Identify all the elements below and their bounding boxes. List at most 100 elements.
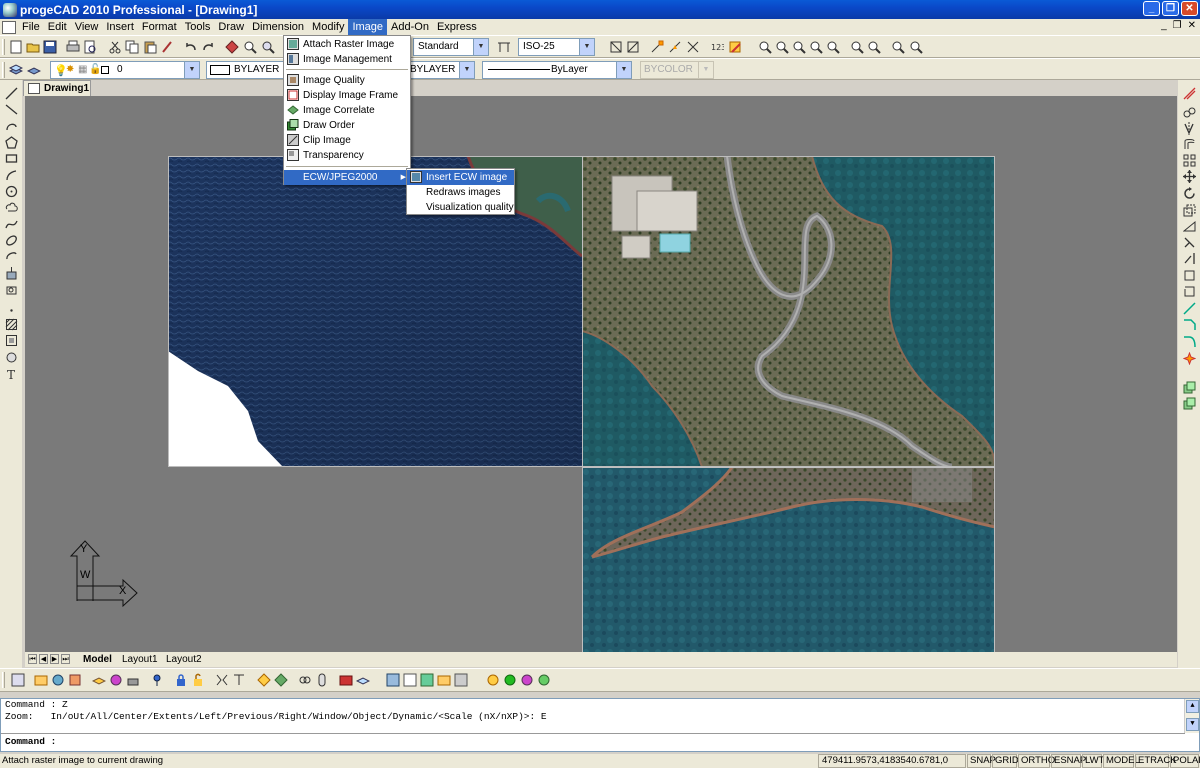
zoom-out-icon[interactable]: [775, 40, 789, 54]
mirror-icon[interactable]: [1183, 122, 1196, 135]
lock-layer-icon[interactable]: [174, 673, 188, 687]
scale-icon[interactable]: [1183, 204, 1196, 217]
dimension-style-icon[interactable]: [497, 40, 511, 54]
print-preview-icon[interactable]: [83, 40, 97, 54]
menu-item-redraws-images[interactable]: Redraws images: [407, 185, 514, 200]
menu-item-transparency[interactable]: Transparency: [284, 148, 410, 163]
chevron-down-icon[interactable]: ▼: [616, 62, 631, 78]
fillet-arc-icon[interactable]: [1183, 335, 1196, 348]
color-combo[interactable]: BYLAYER: [206, 61, 292, 79]
properties-toggle-icon[interactable]: [11, 673, 25, 687]
close-button[interactable]: ✕: [1181, 1, 1198, 16]
chevron-down-icon[interactable]: ▼: [459, 62, 474, 78]
text-icon[interactable]: T: [5, 368, 18, 381]
cut-icon[interactable]: [108, 40, 122, 54]
next-tab-icon[interactable]: ▶: [50, 654, 59, 664]
toolbar-grip[interactable]: [2, 672, 5, 688]
lights-icon[interactable]: [537, 673, 551, 687]
pan-icon[interactable]: [225, 40, 239, 54]
break-icon[interactable]: [1183, 269, 1196, 282]
edit-polyline-icon[interactable]: [1183, 381, 1196, 394]
redo-icon[interactable]: [201, 40, 215, 54]
spline-icon[interactable]: [5, 218, 18, 231]
zoom-extents-icon[interactable]: [792, 40, 806, 54]
drawing-canvas[interactable]: Y W X: [25, 96, 1177, 652]
sun-icon[interactable]: ✸: [66, 62, 74, 78]
zoom-previous-icon[interactable]: [809, 40, 823, 54]
raster-image-tile-bay[interactable]: [582, 467, 995, 652]
gradient-icon[interactable]: [5, 334, 18, 347]
rectangle-icon[interactable]: [5, 152, 18, 165]
snap-toggle[interactable]: SNAP: [967, 754, 996, 768]
menu-draw[interactable]: Draw: [214, 19, 248, 35]
hyperlink-icon[interactable]: [298, 673, 312, 687]
chevron-down-icon[interactable]: ▼: [184, 62, 199, 78]
make-block-icon[interactable]: [5, 283, 18, 296]
app-icon[interactable]: [3, 2, 17, 17]
osnap-settings-icon[interactable]: [609, 40, 623, 54]
etrack-toggle[interactable]: ETRACK: [1135, 754, 1177, 768]
break-at-point-icon[interactable]: [1183, 285, 1196, 298]
match-layer-icon[interactable]: [274, 673, 288, 687]
mdi-close-icon[interactable]: ✕: [1188, 20, 1196, 31]
lock-icon[interactable]: 🔓: [89, 62, 101, 78]
last-tab-icon[interactable]: ⏭: [61, 654, 70, 664]
array-icon[interactable]: [1183, 154, 1196, 167]
lineweight-combo[interactable]: ByLayer ▼: [482, 61, 632, 79]
scroll-down-icon[interactable]: ▼: [1186, 718, 1199, 731]
isolate-icon[interactable]: [257, 673, 271, 687]
explorer-icon[interactable]: [51, 673, 65, 687]
save-icon[interactable]: [43, 40, 57, 54]
text-style-combo[interactable]: Standard ▼: [413, 38, 489, 56]
paste-icon[interactable]: [143, 40, 157, 54]
render-icon[interactable]: [486, 673, 500, 687]
toolbar-grip[interactable]: [2, 39, 5, 55]
zoom-dynamic-icon[interactable]: [891, 40, 905, 54]
layer-manager-icon[interactable]: [9, 63, 23, 77]
zoom-scale-icon[interactable]: [850, 40, 864, 54]
color-wheel-icon[interactable]: [109, 673, 123, 687]
snap-endpoint-icon[interactable]: [650, 40, 664, 54]
menu-item-insert-ecw-image[interactable]: Insert ECW image: [407, 170, 514, 185]
point-icon[interactable]: [5, 304, 18, 317]
copy-object-icon[interactable]: [1183, 106, 1196, 119]
ray-icon[interactable]: [5, 103, 18, 116]
tab-layout2[interactable]: Layout2: [162, 653, 206, 666]
rebuild-icon[interactable]: [126, 673, 140, 687]
snap-midpoint-icon[interactable]: [668, 40, 682, 54]
zoom-all-icon[interactable]: [826, 40, 840, 54]
mouse-icon[interactable]: [315, 673, 329, 687]
document-tab[interactable]: Drawing1: [23, 80, 91, 96]
circle-icon[interactable]: [5, 185, 18, 198]
scroll-up-icon[interactable]: ▲: [1186, 700, 1199, 713]
layer-walk-icon[interactable]: [339, 673, 353, 687]
tool-palette-icon[interactable]: [68, 673, 82, 687]
offset-icon[interactable]: [1183, 138, 1196, 151]
esnap-toggle[interactable]: ESNAP: [1051, 754, 1086, 768]
print-icon[interactable]: [66, 40, 80, 54]
menu-item-image-correlate[interactable]: Image Correlate: [284, 103, 410, 118]
ellipse-icon[interactable]: [5, 234, 18, 247]
chamfer-icon[interactable]: [1183, 302, 1196, 315]
restore-button[interactable]: ❐: [1162, 1, 1179, 16]
menu-edit[interactable]: Edit: [44, 19, 71, 35]
cloud-icon[interactable]: [5, 201, 18, 214]
menu-file[interactable]: File: [18, 19, 44, 35]
ungroup-icon[interactable]: [232, 673, 246, 687]
shade-icon[interactable]: [503, 673, 517, 687]
menu-add-on[interactable]: Add-On: [387, 19, 433, 35]
group-icon[interactable]: [215, 673, 229, 687]
new-icon[interactable]: [9, 40, 23, 54]
first-tab-icon[interactable]: ⏮: [28, 654, 37, 664]
menu-insert[interactable]: Insert: [102, 19, 138, 35]
insert-field-icon[interactable]: [454, 673, 468, 687]
copy-icon[interactable]: [125, 40, 139, 54]
undo-icon[interactable]: [184, 40, 198, 54]
tab-layout1[interactable]: Layout1: [118, 653, 162, 666]
insert-block-icon[interactable]: [5, 267, 18, 280]
menu-item-clip-image[interactable]: Clip Image: [284, 133, 410, 148]
line-icon[interactable]: [5, 87, 18, 100]
model-toggle[interactable]: MODEL: [1103, 754, 1140, 768]
block-editor-icon[interactable]: [386, 673, 400, 687]
ellipse-arc-icon[interactable]: [5, 250, 18, 263]
